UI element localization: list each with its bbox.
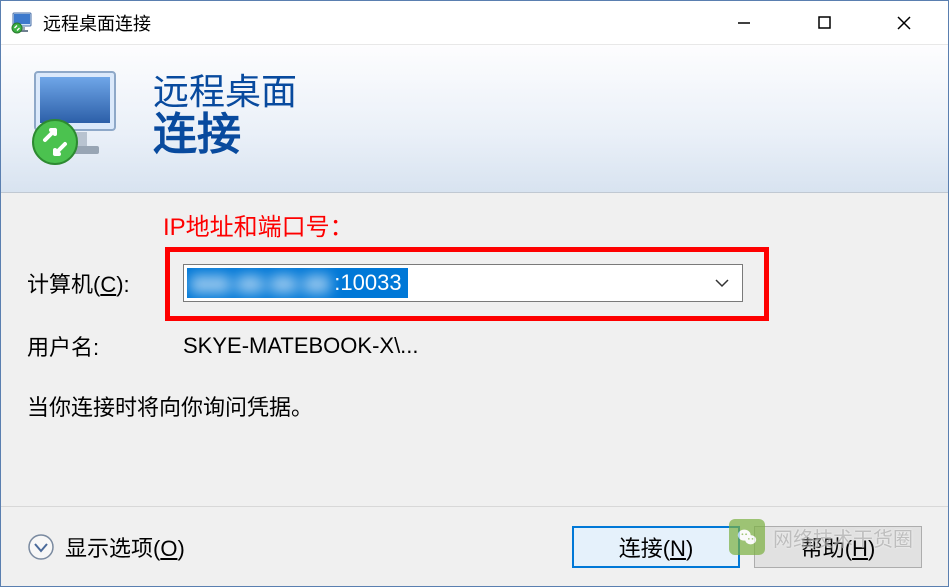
- footer-bar: 显示选项(O) 连接(N) 帮助(H): [1, 506, 948, 586]
- header-banner: 远程桌面 连接: [1, 45, 948, 193]
- minimize-icon: [737, 16, 751, 30]
- banner-title-line2: 连接: [153, 111, 297, 159]
- show-options-toggle[interactable]: 显示选项(O): [27, 531, 185, 563]
- username-row: 用户名: SKYE-MATEBOOK-X\...: [27, 330, 922, 362]
- close-icon: [897, 16, 911, 30]
- close-button[interactable]: [864, 1, 944, 44]
- computer-input[interactable]: ▮▮▮.▮▮.▮▮.▮▮:10033: [184, 265, 702, 301]
- window-controls: [704, 1, 944, 44]
- computer-label: 计算机(C):: [27, 267, 183, 299]
- form-body: IP地址和端口号： 计算机(C): ▮▮▮.▮▮.▮▮.▮▮:10033 用户名…: [1, 193, 948, 506]
- minimize-button[interactable]: [704, 1, 784, 44]
- help-button[interactable]: 帮助(H): [754, 526, 922, 568]
- show-options-label: 显示选项(O): [65, 531, 185, 563]
- rdp-window: 远程桌面连接: [0, 0, 949, 587]
- username-label: 用户名:: [27, 330, 183, 362]
- chevron-down-icon: [714, 278, 730, 288]
- annotation-label: IP地址和端口号：: [163, 207, 922, 242]
- computer-combobox[interactable]: ▮▮▮.▮▮.▮▮.▮▮:10033: [183, 264, 743, 302]
- connect-button[interactable]: 连接(N): [572, 526, 740, 568]
- titlebar: 远程桌面连接: [1, 1, 948, 45]
- maximize-button[interactable]: [784, 1, 864, 44]
- banner-text: 远程桌面 连接: [153, 72, 297, 160]
- rdp-app-icon: [11, 11, 35, 35]
- computer-dropdown-arrow[interactable]: [702, 265, 742, 301]
- username-value: SKYE-MATEBOOK-X\...: [183, 333, 419, 359]
- computer-ip-obscured: ▮▮▮.▮▮.▮▮.▮▮: [187, 268, 334, 298]
- chevron-down-circle-icon: [27, 533, 55, 561]
- computer-port: :10033: [334, 268, 407, 298]
- rdp-banner-icon: [25, 64, 135, 174]
- credentials-info: 当你连接时将向你询问凭据。: [27, 390, 922, 422]
- computer-row: 计算机(C): ▮▮▮.▮▮.▮▮.▮▮:10033: [27, 264, 922, 302]
- maximize-icon: [818, 16, 831, 29]
- banner-title-line1: 远程桌面: [153, 72, 297, 112]
- window-title: 远程桌面连接: [43, 10, 704, 36]
